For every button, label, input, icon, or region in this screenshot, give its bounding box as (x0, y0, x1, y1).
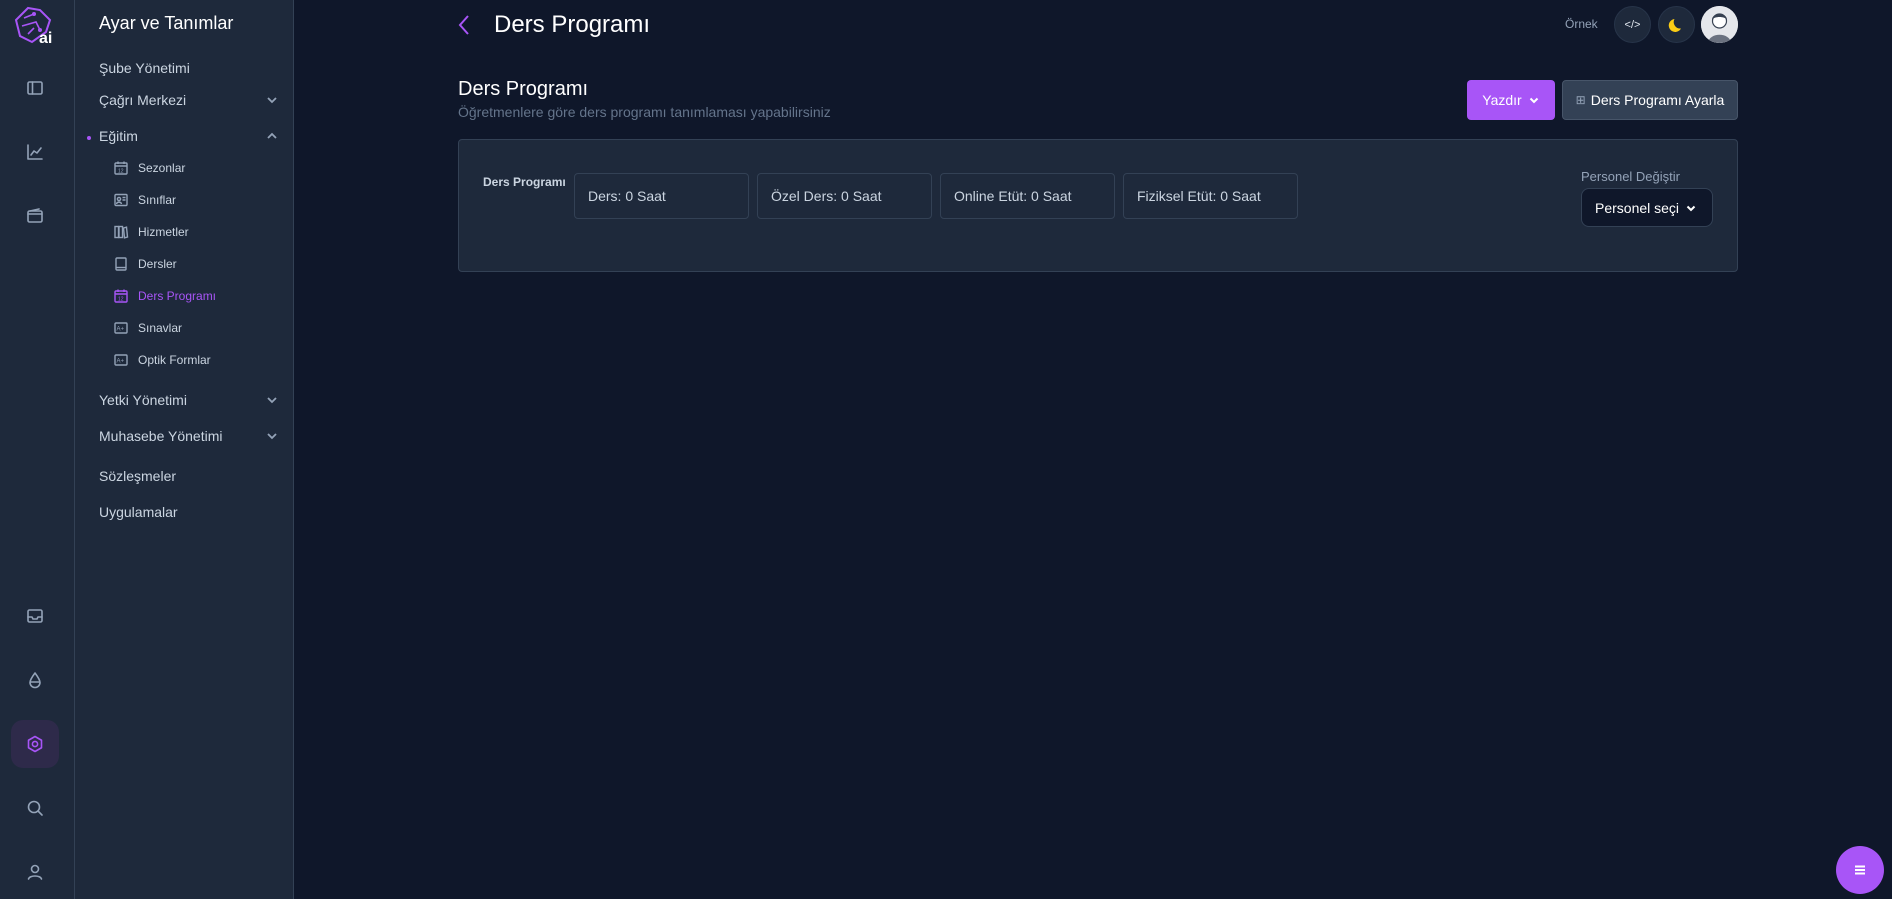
search-icon[interactable] (11, 784, 59, 832)
sidebar-item-label: Muhasebe Yönetimi (99, 428, 223, 444)
moon-icon (1668, 18, 1681, 32)
sidebar-subitem-label: Ders Programı (138, 289, 217, 303)
back-button[interactable] (456, 13, 472, 37)
card-label: Ders Programı (483, 175, 566, 189)
setup-button-label: Ders Programı Ayarla (1590, 92, 1725, 108)
menu-icon (1855, 865, 1865, 875)
code-icon: </> (1624, 18, 1641, 31)
sidebar-item-label: Yetki Yönetimi (99, 392, 187, 408)
avatar[interactable] (1701, 6, 1738, 43)
icon-rail: ai (0, 0, 75, 899)
sidebar-item-label: Sözleşmeler (99, 468, 177, 484)
chevron-left-icon (458, 15, 469, 35)
print-button-label: Yazdır (1482, 92, 1522, 108)
logo-icon[interactable]: ai (10, 2, 60, 47)
drop-icon[interactable] (11, 656, 59, 704)
setup-schedule-button[interactable]: ⊞ Ders Programı Ayarla (1562, 80, 1738, 120)
exam-icon: A+ (114, 354, 128, 366)
svg-text:12: 12 (118, 297, 124, 303)
chevron-down-icon (267, 97, 277, 104)
sidebar-item-sozlesmeler[interactable]: Sözleşmeler (99, 468, 279, 484)
example-link[interactable]: Örnek (1565, 17, 1598, 31)
svg-text:A+: A+ (117, 327, 125, 333)
sidebar-item-label: Çağrı Merkezi (99, 92, 187, 108)
sidebar-subitem-label: Dersler (138, 257, 177, 271)
classroom-icon (114, 193, 128, 207)
grid-icon: ⊞ (1575, 93, 1586, 107)
stat-online-etut: Online Etüt: 0 Saat (940, 173, 1115, 219)
sidebar-subitem-ders-programi[interactable]: 12 Ders Programı (113, 288, 216, 304)
svg-text:A+: A+ (117, 359, 125, 365)
sidebar-item-egitim[interactable]: Eğitim (99, 128, 279, 144)
inbox-icon[interactable] (11, 592, 59, 640)
exam-icon: A+ (114, 322, 128, 334)
chart-icon[interactable] (11, 128, 59, 176)
personel-select[interactable]: Personel seçi (1581, 188, 1713, 227)
sidebar-subitem-label: Sezonlar (138, 161, 186, 175)
settings-icon[interactable] (11, 720, 59, 768)
chevron-down-icon (1529, 97, 1538, 104)
personel-label: Personel Değiştir (1581, 169, 1680, 184)
sidebar-item-yetki[interactable]: Yetki Yönetimi (99, 392, 279, 408)
sidebar-subitem-sinavlar[interactable]: A+ Sınavlar (113, 320, 182, 336)
user-icon[interactable] (11, 848, 59, 896)
book-icon (115, 257, 127, 271)
chevron-up-icon (267, 132, 277, 139)
sidebar-toggle-icon[interactable] (11, 64, 59, 112)
sidebar-item-label: Şube Yönetimi (99, 60, 190, 76)
code-button[interactable]: </> (1614, 6, 1651, 43)
menu-fab-button[interactable] (1836, 846, 1884, 894)
stat-ozel-ders: Özel Ders: 0 Saat (757, 173, 932, 219)
sidebar-subitem-label: Hizmetler (138, 225, 189, 239)
print-button[interactable]: Yazdır (1467, 80, 1555, 120)
sidebar-subitem-label: Sınıflar (138, 193, 177, 207)
chevron-down-icon (1686, 205, 1696, 211)
sidebar-item-label: Uygulamalar (99, 504, 178, 520)
sidebar-subitem-dersler[interactable]: Dersler (113, 256, 177, 272)
sidebar-subitem-optik[interactable]: A+ Optik Formlar (113, 352, 211, 368)
sidebar-item-sube[interactable]: Şube Yönetimi (99, 60, 279, 76)
wallet-icon[interactable] (11, 192, 59, 240)
sidebar-item-uygulamalar[interactable]: Uygulamalar (99, 504, 279, 520)
sidebar-subitem-siniflar[interactable]: Sınıflar (113, 192, 176, 208)
books-icon (114, 225, 129, 239)
svg-text:12: 12 (118, 169, 124, 175)
theme-toggle-button[interactable] (1658, 6, 1695, 43)
chevron-down-icon (267, 433, 277, 440)
calendar-icon: 12 (114, 289, 128, 303)
svg-text:ai: ai (39, 30, 52, 46)
page-title: Ders Programı (494, 11, 651, 38)
sidebar-subitem-label: Sınavlar (138, 321, 183, 335)
section-title: Ders Programı (458, 78, 589, 100)
sidebar-subitem-hizmetler[interactable]: Hizmetler (113, 224, 189, 240)
sidebar-title: Ayar ve Tanımlar (99, 13, 234, 33)
sidebar-subitem-sezonlar[interactable]: 12 Sezonlar (113, 160, 185, 176)
stat-fiziksel-etut: Fiziksel Etüt: 0 Saat (1123, 173, 1298, 219)
sidebar-subitem-label: Optik Formlar (138, 353, 211, 367)
chevron-down-icon (267, 397, 277, 404)
calendar-icon: 12 (114, 161, 128, 175)
section-subtitle: Öğretmenlere göre ders programı tanımlam… (458, 104, 831, 120)
personel-select-value: Personel seçi (1595, 199, 1680, 216)
settings-sidebar: Ayar ve Tanımlar Şube Yönetimi Çağrı Mer… (75, 0, 294, 899)
schedule-card: Ders Programı Ders: 0 Saat Özel Ders: 0 … (458, 139, 1738, 272)
stat-ders: Ders: 0 Saat (574, 173, 749, 219)
sidebar-item-muhasebe[interactable]: Muhasebe Yönetimi (99, 428, 279, 444)
active-group-dot (87, 136, 91, 140)
sidebar-item-cagri[interactable]: Çağrı Merkezi (99, 92, 279, 108)
sidebar-item-label: Eğitim (99, 128, 138, 144)
